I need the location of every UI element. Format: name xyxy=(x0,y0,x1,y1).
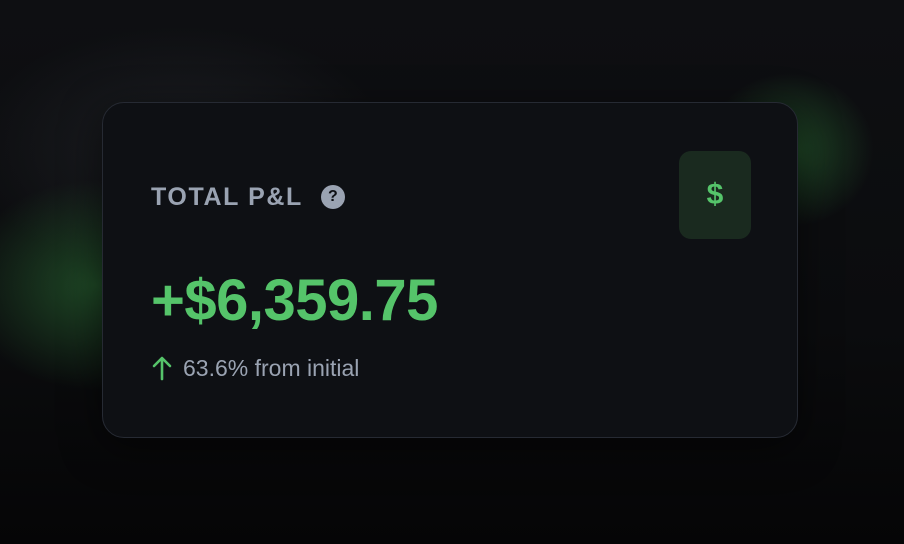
pnl-label-row: TOTAL P&L ? xyxy=(151,179,345,215)
page-background: TOTAL P&L ? $ +$6,359.75 63.6% from init… xyxy=(0,0,904,544)
question-circle-icon[interactable]: ? xyxy=(320,185,345,209)
pnl-change-text: 63.6% from initial xyxy=(183,355,360,381)
pnl-value: +$6,359.75 xyxy=(151,268,438,333)
dollar-badge: $ xyxy=(679,151,751,239)
pnl-change-row: 63.6% from initial xyxy=(151,353,359,383)
arrow-up-icon xyxy=(152,356,172,381)
pnl-card: TOTAL P&L ? $ +$6,359.75 63.6% from init… xyxy=(102,102,798,438)
pnl-label: TOTAL P&L xyxy=(151,183,303,211)
dollar-icon: $ xyxy=(706,178,724,211)
